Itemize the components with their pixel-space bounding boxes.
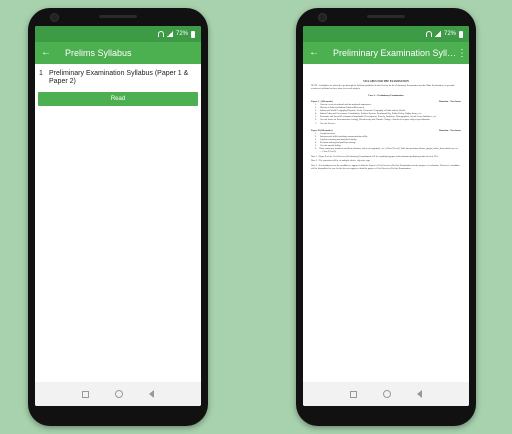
doc-list-item: 7. General Science. bbox=[315, 123, 461, 126]
system-nav-bar bbox=[35, 382, 201, 406]
recents-icon[interactable] bbox=[350, 390, 357, 398]
list-item[interactable]: 1 Preliminary Examination Syllabus (Pape… bbox=[35, 64, 201, 88]
phone-left: 72% ← Prelims Syllabus 1 Preliminary Exa… bbox=[28, 8, 208, 426]
overflow-menu-icon[interactable]: ⋮ bbox=[457, 48, 467, 59]
app-bar: ← Prelims Syllabus bbox=[35, 42, 201, 64]
battery-percent: 72% bbox=[443, 31, 456, 37]
camera bbox=[50, 13, 59, 22]
system-nav-bar bbox=[303, 382, 469, 406]
screen-left: 72% ← Prelims Syllabus 1 Preliminary Exa… bbox=[35, 26, 201, 406]
home-icon[interactable] bbox=[115, 390, 123, 398]
wifi-icon bbox=[157, 31, 164, 37]
doc-footnote: Note 2 : The questions will be of multip… bbox=[311, 160, 371, 163]
signal-icon bbox=[166, 31, 173, 37]
screen-right: 72% ← Preliminary Examination Syllabu...… bbox=[303, 26, 469, 406]
doc-note: NOTE : Candidates are advised to go thro… bbox=[311, 85, 455, 90]
speaker bbox=[367, 15, 405, 18]
paper1-duration: Duration : Two hours bbox=[438, 100, 461, 103]
battery-icon bbox=[459, 30, 463, 38]
battery-icon bbox=[191, 30, 195, 38]
app-bar-title: Preliminary Examination Syllabu... bbox=[333, 48, 457, 58]
back-arrow-icon[interactable]: ← bbox=[309, 48, 323, 58]
paper1-header: Paper I - (200 marks) Duration : Two hou… bbox=[311, 100, 461, 103]
paper2-header: Paper II-(200 marks) Duration : Two hour… bbox=[311, 129, 461, 132]
nav-back-icon[interactable] bbox=[417, 390, 422, 398]
phone-right: 72% ← Preliminary Examination Syllabu...… bbox=[296, 8, 476, 426]
doc-part-title: Part A—Preliminary Examination bbox=[368, 94, 404, 97]
doc-footnote: Note 3 : It is mandatory for the candida… bbox=[311, 164, 460, 170]
app-bar: ← Preliminary Examination Syllabu... ⋮ bbox=[303, 42, 469, 64]
list-item-title: Preliminary Examination Syllabus (Paper … bbox=[49, 70, 189, 85]
nav-back-icon[interactable] bbox=[149, 390, 154, 398]
signal-icon bbox=[434, 31, 441, 37]
back-arrow-icon[interactable]: ← bbox=[41, 48, 55, 58]
doc-list-item: 6. Basic numeracy (numbers and their rela… bbox=[315, 148, 461, 154]
read-button[interactable]: Read bbox=[38, 92, 198, 106]
paper2-label: Paper II-(200 marks) bbox=[311, 128, 333, 132]
paper1-label: Paper I - (200 marks) bbox=[311, 100, 333, 103]
doc-heading: SYLLABUS FOR THE EXAMINATION bbox=[363, 80, 409, 83]
doc-list-text: Basic numeracy (numbers and their relati… bbox=[319, 148, 459, 154]
wifi-icon bbox=[425, 31, 432, 37]
app-bar-title: Prelims Syllabus bbox=[65, 48, 132, 58]
camera bbox=[318, 13, 327, 22]
list-item-number: 1 bbox=[39, 70, 43, 77]
doc-list-text: General issues on Environmental ecology,… bbox=[320, 119, 431, 122]
paper2-duration: Duration : Two hours bbox=[438, 128, 461, 132]
doc-list-text: General Science. bbox=[320, 122, 336, 125]
speaker bbox=[99, 15, 137, 18]
status-bar: 72% bbox=[35, 26, 201, 42]
recents-icon[interactable] bbox=[82, 390, 89, 398]
status-bar: 72% bbox=[303, 26, 469, 42]
doc-footnote: Note 1 : Paper-II of the Civil Services … bbox=[311, 155, 439, 158]
battery-percent: 72% bbox=[175, 31, 188, 37]
pdf-page[interactable]: SYLLABUS FOR THE EXAMINATION NOTE : Cand… bbox=[311, 80, 461, 171]
home-icon[interactable] bbox=[383, 390, 391, 398]
